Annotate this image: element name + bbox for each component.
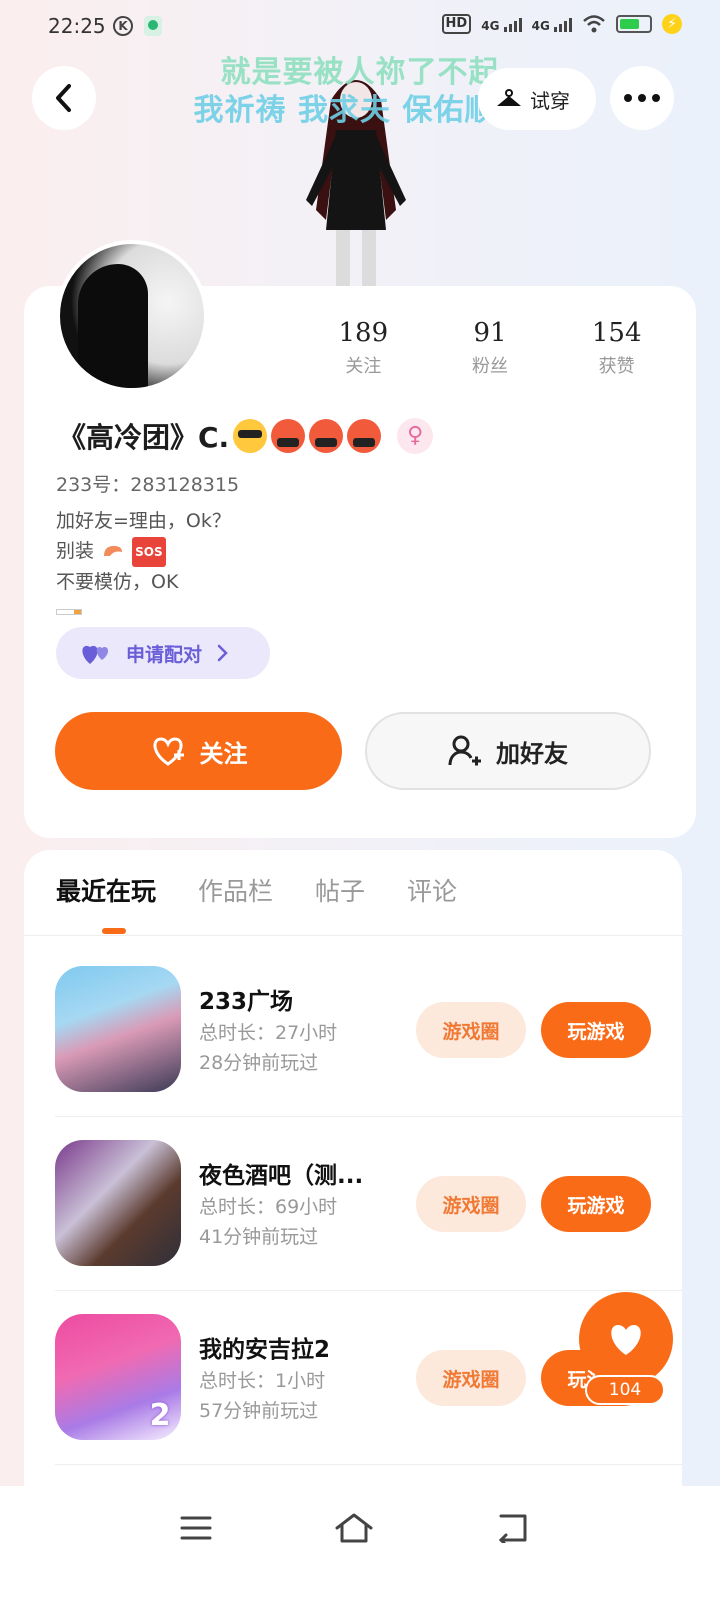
likes-count: 154 — [591, 318, 642, 348]
bio-line-2: 别装 SOS — [56, 536, 231, 567]
female-gender-icon: ♀ — [397, 418, 434, 454]
play-game-button[interactable]: 玩游戏 — [541, 1176, 651, 1232]
play-game-button[interactable]: 玩游戏 — [541, 1002, 651, 1058]
add-friend-button[interactable]: 加好友 — [365, 712, 651, 790]
game-duration: 总时长：69小时 — [199, 1196, 338, 1218]
shrimp-emoji-icon — [104, 545, 123, 556]
avatar-character-figure — [306, 80, 406, 290]
followers-label: 粉丝 — [472, 356, 508, 377]
try-on-button[interactable]: 试穿 — [478, 68, 596, 130]
row-divider — [55, 1464, 682, 1465]
tab-comments[interactable]: 评论 — [407, 872, 457, 908]
game-icon[interactable]: 2 — [55, 1314, 181, 1440]
bio: 加好友=理由，Ok？ 别装 SOS 不要模仿，OK — [56, 506, 231, 627]
battery-icon — [616, 15, 652, 33]
chevron-left-icon — [56, 84, 71, 112]
bio-line-4 — [56, 597, 231, 627]
signal-icon-2: 4G — [532, 16, 572, 32]
game-icon[interactable] — [55, 966, 181, 1092]
add-user-icon — [448, 735, 481, 766]
followers-count: 91 — [473, 318, 507, 348]
following-count: 189 — [338, 318, 389, 348]
follow-button[interactable]: 关注 — [55, 712, 342, 790]
return-icon — [498, 1514, 527, 1543]
row-divider — [55, 1290, 682, 1291]
username: 《高冷团》C. ♀ — [58, 416, 434, 456]
tab-recently-played[interactable]: 最近在玩 — [56, 872, 156, 908]
network-type-2: 4G — [531, 19, 550, 33]
charging-icon: ⚡ — [662, 14, 682, 34]
likes-label: 获赞 — [598, 356, 635, 377]
hanger-icon — [497, 89, 521, 106]
stat-followers[interactable]: 91 粉丝 — [427, 318, 554, 378]
heart-icon — [611, 1325, 641, 1355]
menu-icon — [180, 1516, 212, 1540]
try-on-label: 试穿 — [530, 88, 570, 113]
sunglasses-emoji-icon — [233, 419, 268, 453]
stat-following[interactable]: 189 关注 — [300, 318, 427, 378]
game-duration: 总时长：27小时 — [199, 1022, 338, 1044]
back-button[interactable] — [32, 66, 96, 130]
game-row[interactable]: 2 我的安吉拉2 总时长：1小时 57分钟前玩过 游戏圈 玩游戏 — [55, 1314, 655, 1444]
back-nav-button[interactable] — [482, 1508, 542, 1548]
game-circle-button[interactable]: 游戏圈 — [416, 1002, 526, 1058]
stat-likes[interactable]: 154 获赞 — [553, 318, 680, 378]
menu-nav-button[interactable] — [166, 1508, 226, 1548]
cursing-emoji-icon — [347, 419, 382, 453]
network-type-1: 4G — [481, 19, 500, 33]
tabs-divider — [24, 935, 682, 936]
heart-plus-icon — [153, 737, 184, 766]
row-divider — [55, 1116, 682, 1117]
game-last-played: 28分钟前玩过 — [199, 1052, 319, 1074]
app-notification-icon — [144, 16, 162, 36]
chevron-right-icon — [217, 644, 228, 662]
follow-label: 关注 — [199, 739, 248, 768]
more-button[interactable] — [610, 66, 674, 130]
cursing-emoji-icon — [271, 419, 306, 453]
user-id[interactable]: 233号：283128315 — [56, 470, 239, 497]
profile-tabs: 最近在玩 作品栏 帖子 评论 — [56, 872, 457, 908]
cursing-emoji-icon — [309, 419, 344, 453]
game-row[interactable]: 233广场 总时长：27小时 28分钟前玩过 游戏圈 玩游戏 — [55, 966, 655, 1096]
game-last-played: 57分钟前玩过 — [199, 1400, 319, 1422]
game-circle-button[interactable]: 游戏圈 — [416, 1350, 526, 1406]
add-friend-label: 加好友 — [496, 739, 568, 768]
sos-emoji-icon: SOS — [132, 536, 166, 567]
avatar[interactable] — [56, 240, 208, 392]
username-text: 《高冷团》C. — [58, 421, 230, 454]
game-name: 我的安吉拉2 — [199, 1337, 331, 1363]
status-bar: 22:25 K HD 4G 4G ⚡ — [0, 0, 720, 56]
bio-line-3: 不要模仿，OK — [56, 570, 179, 593]
system-nav-bar — [0, 1486, 720, 1600]
game-row[interactable]: 夜色酒吧（测... 总时长：69小时 41分钟前玩过 游戏圈 玩游戏 — [55, 1140, 655, 1270]
signal-icon-1: 4G — [481, 16, 522, 33]
cigarette-emoji-icon — [56, 609, 82, 615]
home-icon — [335, 1513, 373, 1543]
status-icons: HD 4G 4G ⚡ — [441, 14, 682, 34]
like-count-badge: 104 — [585, 1375, 665, 1405]
game-last-played: 41分钟前玩过 — [199, 1226, 319, 1248]
hearts-icon — [82, 645, 109, 664]
apply-pair-button[interactable]: 申请配对 — [56, 627, 270, 679]
hd-icon: HD — [441, 14, 472, 34]
game-circle-button[interactable]: 游戏圈 — [416, 1176, 526, 1232]
game-name: 夜色酒吧（测... — [199, 1163, 364, 1189]
status-time: 22:25 — [48, 14, 106, 38]
following-label: 关注 — [345, 356, 382, 377]
wifi-icon — [583, 15, 605, 33]
game-icon-badge: 2 — [149, 1398, 171, 1433]
tab-posts[interactable]: 帖子 — [315, 872, 365, 908]
bio-line-1: 加好友=理由，Ok？ — [56, 510, 231, 532]
active-tab-indicator — [102, 928, 126, 934]
profile-stats: 189 关注 91 粉丝 154 获赞 — [300, 318, 680, 378]
game-icon[interactable] — [55, 1140, 181, 1266]
k-app-icon: K — [113, 16, 133, 36]
tab-works[interactable]: 作品栏 — [198, 872, 273, 908]
like-floating-button[interactable] — [579, 1292, 673, 1386]
apply-pair-label: 申请配对 — [126, 643, 203, 666]
game-duration: 总时长：1小时 — [199, 1370, 326, 1392]
home-nav-button[interactable] — [324, 1508, 384, 1548]
game-name: 233广场 — [199, 989, 294, 1015]
more-dots-icon — [624, 94, 660, 102]
